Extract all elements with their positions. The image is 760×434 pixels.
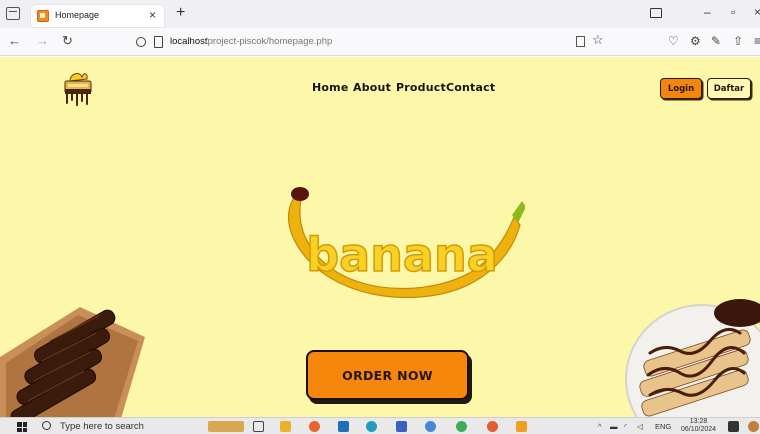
whatsapp-icon[interactable]	[456, 421, 467, 432]
search-placeholder: Type here to search	[60, 420, 144, 432]
app-icon[interactable]	[487, 421, 498, 432]
search-icon	[42, 421, 51, 430]
login-button[interactable]: Login	[660, 78, 702, 99]
choco-tray-image	[0, 307, 145, 417]
new-tab-icon[interactable]: +	[176, 4, 185, 22]
nav-home[interactable]: Home	[312, 81, 349, 94]
daftar-button[interactable]: Daftar	[707, 78, 751, 99]
page-icon	[154, 36, 163, 48]
close-icon[interactable]: ×	[149, 8, 156, 22]
task-view-icon[interactable]	[253, 421, 264, 432]
network-icon[interactable]: ◜	[624, 422, 627, 431]
pocket-icon[interactable]: ♡	[668, 34, 679, 48]
chrome-icon[interactable]	[425, 421, 436, 432]
reload-icon[interactable]: ↻	[62, 33, 73, 49]
back-icon[interactable]: ←	[8, 33, 21, 48]
vscode-icon[interactable]	[396, 421, 407, 432]
widget-icon[interactable]	[748, 421, 759, 432]
nav-contact[interactable]: Contact	[446, 81, 495, 94]
url-path: /project-piscok/homepage.php	[205, 36, 333, 47]
star-icon[interactable]: ☆	[592, 32, 604, 48]
tab-title: Homepage	[55, 10, 100, 20]
language-indicator[interactable]: ENG	[655, 422, 671, 431]
logo-icon[interactable]	[60, 69, 96, 107]
store-icon[interactable]	[338, 421, 349, 432]
order-now-button[interactable]: ORDER NOW	[306, 350, 469, 400]
menu-icon[interactable]: ≡	[754, 34, 760, 48]
puzzle-icon[interactable]: ✎	[711, 34, 721, 48]
browser-tab[interactable]: Homepage ×	[31, 5, 164, 27]
maximize-icon[interactable]: ▫	[731, 5, 735, 19]
window-list-icon[interactable]	[650, 8, 662, 18]
nav-about[interactable]: About	[353, 81, 391, 94]
browser-toolbar: ← → ↻ localhost /project-piscok/homepage…	[0, 28, 760, 56]
reader-icon[interactable]	[576, 36, 585, 47]
xampp-icon[interactable]	[516, 421, 527, 432]
clock-date: 06/10/2024	[681, 426, 717, 433]
choco-plate-image	[625, 299, 760, 417]
file-explorer-icon[interactable]	[280, 421, 291, 432]
edge-icon[interactable]	[366, 421, 377, 432]
windows-start-icon[interactable]	[17, 422, 27, 432]
forward-icon[interactable]: →	[36, 33, 49, 48]
volume-icon[interactable]: ◁	[637, 422, 643, 431]
nav-product[interactable]: Product	[396, 81, 446, 94]
share-icon[interactable]: ⇧	[733, 34, 743, 48]
browser-tab-strip: Homepage × + – ▫ ×	[0, 0, 760, 28]
extensions-icon[interactable]: ⚙	[690, 34, 701, 48]
minimize-icon[interactable]: –	[704, 5, 711, 19]
banana-hero-logo: banana	[287, 187, 525, 299]
firefox-icon[interactable]	[309, 421, 320, 432]
weather-widget-icon[interactable]	[208, 421, 244, 432]
tray-chevron-icon[interactable]: ^	[598, 422, 602, 431]
tab-list-icon[interactable]	[6, 7, 20, 20]
favicon-icon	[37, 10, 49, 22]
window-close-icon[interactable]: ×	[754, 5, 760, 19]
homepage: Home About Product Contact Login Daftar …	[0, 57, 760, 417]
shield-icon	[136, 37, 146, 47]
address-bar[interactable]: localhost /project-piscok/homepage.php ☆	[126, 32, 604, 52]
taskbar-clock[interactable]: 13:28 06/10/2024	[681, 418, 716, 434]
battery-icon[interactable]: ▬	[610, 422, 618, 431]
url-host: localhost	[170, 36, 208, 47]
windows-taskbar: Type here to search ^ ▬ ◜ ◁ ENG 13:28 06…	[0, 417, 760, 434]
clock-time: 13:28	[689, 418, 708, 425]
notification-icon[interactable]	[728, 421, 739, 432]
taskbar-search[interactable]: Type here to search	[37, 418, 202, 434]
hero-word: banana	[306, 228, 498, 282]
